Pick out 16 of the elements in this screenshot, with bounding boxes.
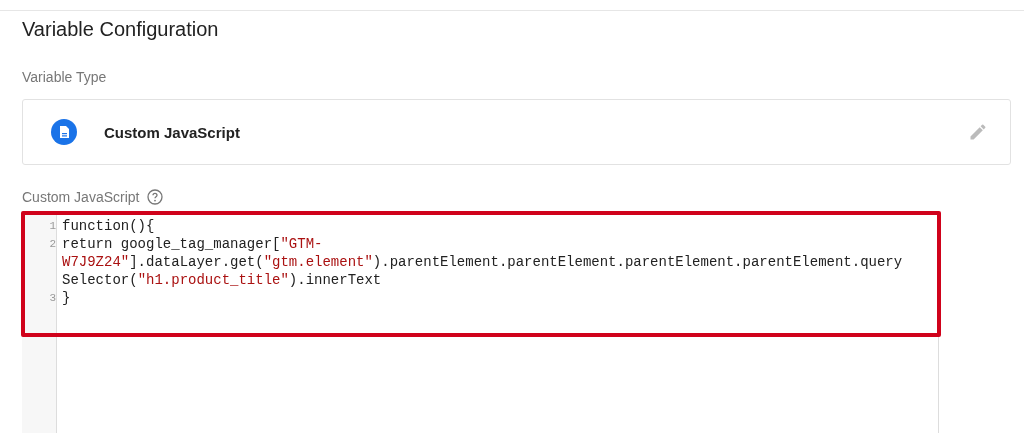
code-line: W7J9Z24"].dataLayer.get("gtm.element").parentElement.parentElement.parentElement.parentElement.query — [62, 253, 904, 271]
page-title: Variable Configuration — [22, 18, 220, 41]
variable-type-card[interactable]: Custom JavaScript — [22, 99, 1011, 165]
code-line: function(){ — [62, 217, 156, 235]
code-line: } — [62, 289, 72, 307]
code-line: Selector("h1.product_title").innerText — [62, 271, 383, 289]
line-number: 3 — [48, 291, 56, 306]
code-line: return google_tag_manager["GTM- — [62, 235, 324, 253]
line-number: 1 — [48, 219, 56, 234]
code-editor[interactable]: 1 2 3 function(){ return google_tag_manager["GTM- W7J9Z24"].dataLayer.get("gtm.element").parentElement.parentElement.parentElement.parentElement.query Selector("h1.product_title").innerText } — [22, 211, 939, 433]
document-icon — [51, 119, 77, 145]
section-label: Custom JavaScript — [22, 189, 140, 205]
variable-type-name: Custom JavaScript — [104, 123, 241, 141]
help-icon[interactable] — [147, 189, 164, 205]
section-label: Variable Type — [22, 69, 107, 85]
line-number: 2 — [48, 237, 56, 252]
